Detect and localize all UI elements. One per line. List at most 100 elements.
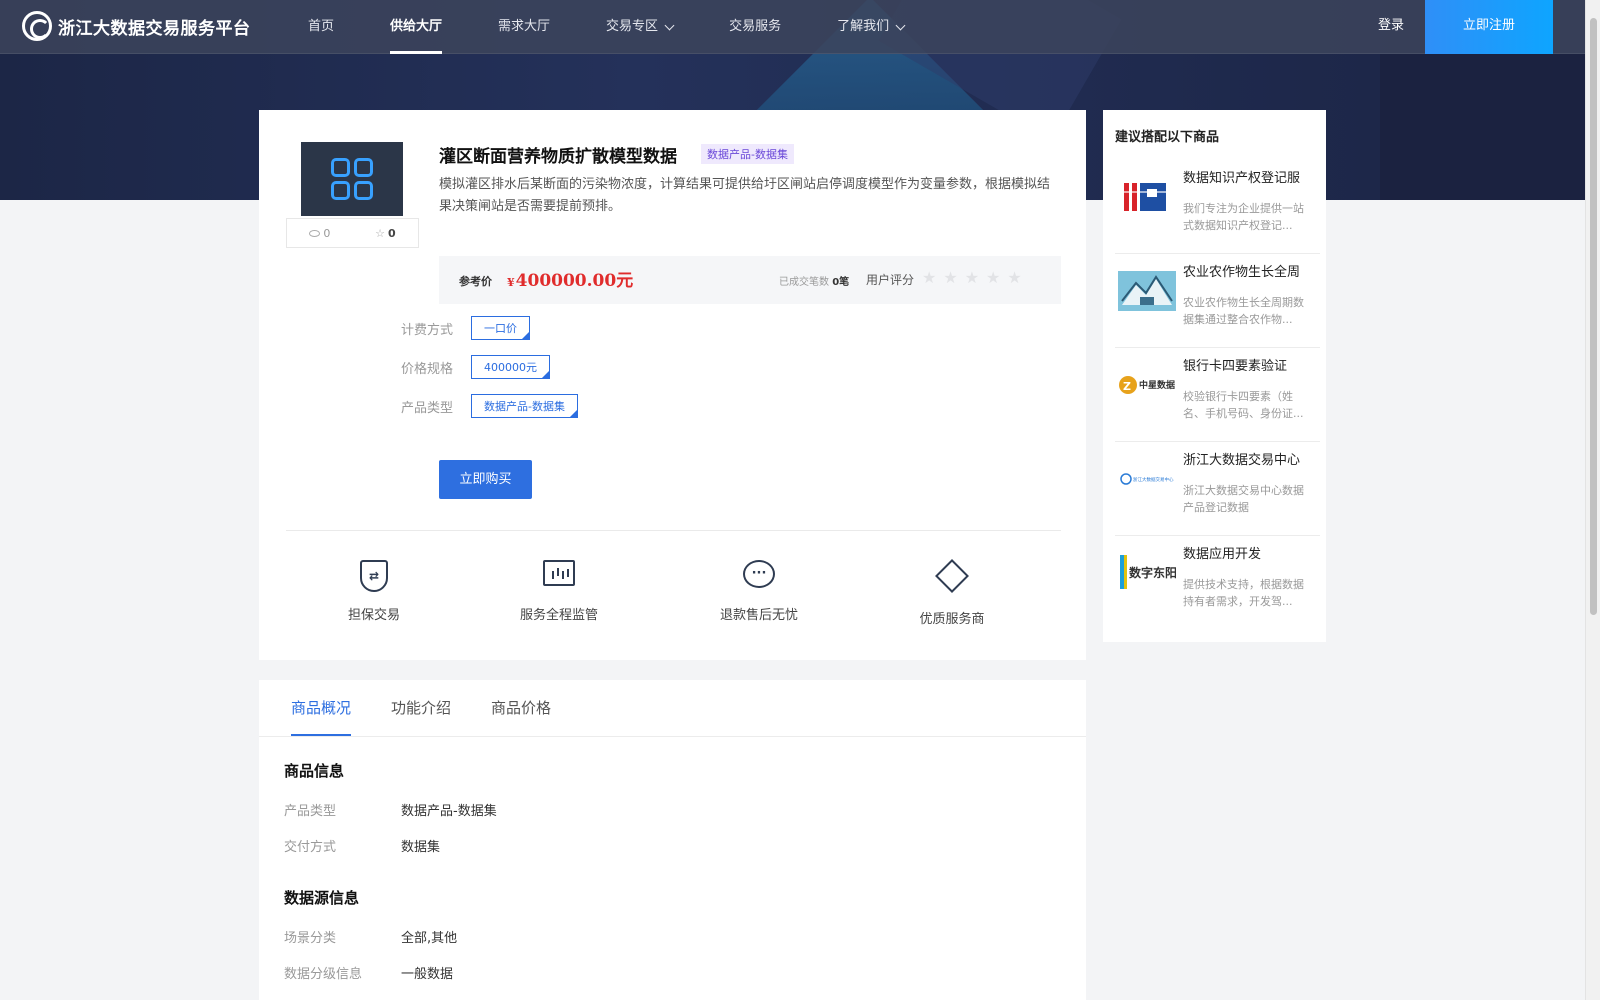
- thumb-text: 中星数据: [1139, 379, 1175, 391]
- spec-row: 价格规格 400000元: [401, 355, 550, 379]
- site-logo[interactable]: 浙江大数据交易服务平台: [22, 11, 251, 41]
- billing-option[interactable]: 一口价: [471, 316, 530, 340]
- deals-count: 已成交笔数 0笔: [779, 273, 849, 288]
- nav-menu: 首页 供给大厅 需求大厅 交易专区 交易服务 了解我们: [308, 0, 960, 54]
- nav-item-trade-service[interactable]: 交易服务: [729, 0, 781, 54]
- service-quality-provider: 优质服务商: [892, 559, 1012, 627]
- service-label: 担保交易: [347, 608, 400, 623]
- deals-value: 0笔: [832, 277, 850, 288]
- nav-item-trade-zone[interactable]: 交易专区: [606, 0, 675, 54]
- register-button[interactable]: 立即注册: [1425, 0, 1553, 54]
- detail-row-grade: 数据分级信息 一般数据: [284, 963, 453, 982]
- chevron-down-icon: [664, 20, 675, 30]
- item-name: 浙江大数据交易中心: [1183, 453, 1301, 468]
- service-refund: ··· 退款售后无忧: [699, 560, 819, 623]
- recommendation-item[interactable]: 农业农作物生长全周 农业农作物生长全周期数据集通过整合农作物...: [1115, 254, 1320, 348]
- item-thumbnail: 数字东阳: [1118, 552, 1176, 594]
- detail-value: 一般数据: [401, 967, 454, 982]
- thumb-text: 数字东阳: [1129, 565, 1176, 580]
- currency-symbol: ¥: [507, 276, 515, 289]
- agriculture-chart-icon: [1118, 271, 1176, 311]
- spec-option[interactable]: 400000元: [471, 355, 550, 379]
- nav-item-home[interactable]: 首页: [308, 0, 334, 54]
- section-title-product-info: 商品信息: [284, 762, 345, 780]
- service-supervision: 服务全程监管: [499, 560, 619, 623]
- detail-label: 交付方式: [284, 840, 337, 855]
- nav-item-supply-hall[interactable]: 供给大厅: [390, 0, 443, 54]
- type-row: 产品类型 数据产品-数据集: [401, 394, 578, 418]
- service-label: 优质服务商: [919, 612, 985, 627]
- detail-label: 产品类型: [284, 804, 337, 819]
- item-description: 我们专注为企业提供一站式数据知识产权登记...: [1183, 202, 1304, 232]
- type-label: 产品类型: [401, 400, 454, 416]
- shuzi-dongyang-logo-icon: 数字东阳: [1120, 555, 1176, 589]
- product-description: 模拟灌区排水后某断面的污染物浓度，计算结果可提供给圩区闸站启停调度模型作为变量参…: [439, 177, 1051, 214]
- nav-item-label: 交易专区: [606, 19, 659, 34]
- views-value: 0: [323, 226, 331, 240]
- product-image: [301, 142, 403, 216]
- star-icon: ☆: [375, 226, 385, 240]
- divider: [286, 530, 1061, 531]
- iir-logo-icon: [1124, 183, 1168, 211]
- nav-item-demand-hall[interactable]: 需求大厅: [498, 0, 550, 54]
- tab-features[interactable]: 功能介绍: [391, 680, 451, 736]
- price-box: 参考价 ¥400000.00元 已成交笔数 0笔 用户评分 ★★★★★: [439, 256, 1061, 304]
- tab-pricing[interactable]: 商品价格: [491, 680, 551, 736]
- service-guarantee: ⇄ 担保交易: [314, 560, 434, 623]
- price-label: 参考价: [459, 275, 492, 288]
- rating-stars[interactable]: ★★★★★: [922, 268, 1029, 287]
- chat-bubble-icon: ···: [742, 560, 776, 594]
- section-title-data-source: 数据源信息: [284, 889, 360, 907]
- recommendation-panel: 建议搭配以下商品 数据知识产权登记服 我们专注为企业提供一站式数据知识产权登记.…: [1103, 110, 1326, 642]
- type-option[interactable]: 数据产品-数据集: [471, 394, 578, 418]
- detail-tabs: 商品概况 功能介绍 商品价格: [291, 680, 591, 736]
- nav-item-about-us[interactable]: 了解我们: [837, 0, 906, 54]
- item-thumbnail: [1118, 270, 1176, 312]
- item-description: 校验银行卡四要素（姓名、手机号码、身份证...: [1183, 390, 1304, 420]
- item-description: 农业农作物生长全周期数据集通过整合农作物...: [1183, 296, 1304, 326]
- scrollbar-thumb[interactable]: [1590, 18, 1597, 615]
- login-link[interactable]: 登录: [1378, 0, 1404, 54]
- hero-decoration: [1380, 54, 1585, 200]
- recommendation-item[interactable]: 浙江大数据交易中心 浙江大数据交易中心 浙江大数据交易中心数据产品登记数据: [1115, 442, 1320, 536]
- item-name: 农业农作物生长全周: [1183, 265, 1301, 280]
- detail-label: 场景分类: [284, 931, 337, 946]
- eye-icon: [309, 230, 321, 237]
- nav-item-label: 了解我们: [837, 19, 890, 34]
- recommendation-item[interactable]: 数字东阳 数据应用开发 提供技术支持，根据数据持有者需求，开发驾...: [1115, 536, 1320, 630]
- detail-row-delivery: 交付方式 数据集: [284, 836, 440, 855]
- detail-value: 数据产品-数据集: [401, 804, 497, 819]
- thumb-text: 浙江大数据交易中心: [1133, 476, 1174, 483]
- deals-label: 已成交笔数: [779, 277, 829, 288]
- product-category-tag: 数据产品-数据集: [701, 144, 794, 164]
- shield-swap-icon: ⇄: [357, 560, 391, 594]
- detail-value: 数据集: [401, 840, 441, 855]
- item-description: 浙江大数据交易中心数据产品登记数据: [1183, 484, 1304, 514]
- recommendation-item[interactable]: 数据知识产权登记服 我们专注为企业提供一站式数据知识产权登记...: [1115, 160, 1320, 254]
- product-card: 0 ☆ 0 灌区断面营养物质扩散模型数据 数据产品-数据集 模拟灌区排水后某断面的…: [259, 110, 1086, 660]
- item-description: 提供技术支持，根据数据持有者需求，开发驾...: [1183, 578, 1304, 608]
- svg-text:Z: Z: [1123, 380, 1131, 393]
- recommendation-title: 建议搭配以下商品: [1115, 130, 1220, 145]
- item-name: 数据知识产权登记服: [1183, 171, 1301, 186]
- page-scrollbar[interactable]: [1585, 0, 1600, 1000]
- recommendation-item[interactable]: Z 中星数据 银行卡四要素验证 校验银行卡四要素（姓名、手机号码、身份证...: [1115, 348, 1320, 442]
- buy-now-button[interactable]: 立即购买: [439, 460, 532, 499]
- logo-icon: [22, 11, 52, 41]
- item-thumbnail: 浙江大数据交易中心: [1118, 458, 1176, 500]
- item-thumbnail: [1118, 176, 1176, 218]
- item-thumbnail: Z 中星数据: [1118, 364, 1176, 406]
- rating-label: 用户评分: [866, 273, 915, 287]
- item-name: 银行卡四要素验证: [1183, 359, 1288, 374]
- tab-overview[interactable]: 商品概况: [291, 680, 352, 736]
- product-title: 灌区断面营养物质扩散模型数据: [439, 147, 677, 167]
- detail-value: 全部,其他: [401, 931, 458, 946]
- billing-row: 计费方式 一口价: [401, 316, 530, 340]
- spec-label: 价格规格: [401, 361, 454, 377]
- item-name: 数据应用开发: [1183, 547, 1262, 562]
- diamond-icon: [935, 559, 969, 598]
- favorites-count[interactable]: ☆ 0: [375, 227, 396, 240]
- details-card: 商品概况 功能介绍 商品价格 商品信息 产品类型 数据产品-数据集 交付方式 数…: [259, 680, 1086, 1000]
- service-label: 退款售后无忧: [719, 608, 798, 623]
- zjde-logo-icon: 浙江大数据交易中心: [1120, 473, 1174, 485]
